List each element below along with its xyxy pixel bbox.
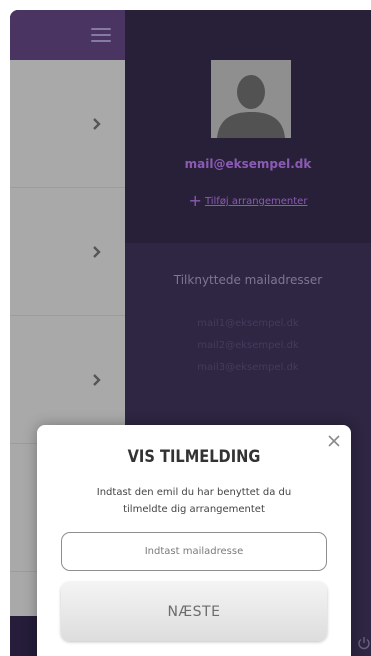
chevron-right-icon <box>93 246 101 258</box>
close-icon[interactable] <box>327 434 341 448</box>
plus-icon: + <box>188 191 202 210</box>
linked-email-item: mail2@eksempel.dk <box>197 340 299 351</box>
left-header <box>10 10 125 60</box>
chevron-right-icon <box>93 374 101 386</box>
chevron-right-icon <box>93 118 101 130</box>
linked-email-item: mail3@eksempel.dk <box>197 362 299 373</box>
next-button[interactable]: NÆSTE <box>61 582 327 641</box>
linked-email-item: mail1@eksempel.dk <box>197 318 299 329</box>
show-registration-modal: VIS TILMELDING Indtast den emil du har b… <box>37 425 351 656</box>
avatar-silhouette-icon <box>217 75 285 138</box>
modal-title: VIS TILMELDING <box>127 447 261 467</box>
menu-icon[interactable] <box>91 27 111 43</box>
add-events-link[interactable]: + Tilføj arrangementer <box>125 191 371 210</box>
modal-description: Indtast den emil du har benyttet da du t… <box>96 487 292 515</box>
email-input[interactable] <box>61 532 327 571</box>
list-item[interactable] <box>10 60 125 188</box>
profile-email: mail@eksempel.dk <box>184 157 312 171</box>
linked-emails-title: Tilknyttede mailadresser <box>173 273 323 287</box>
list-item[interactable] <box>10 188 125 316</box>
avatar <box>211 60 291 138</box>
profile-panel: mail@eksempel.dk + Tilføj arrangementer <box>125 10 371 243</box>
power-icon[interactable] <box>357 636 371 650</box>
app: mail@eksempel.dk + Tilføj arrangementer T… <box>0 0 371 656</box>
add-events-label: Tilføj arrangementer <box>204 196 308 207</box>
